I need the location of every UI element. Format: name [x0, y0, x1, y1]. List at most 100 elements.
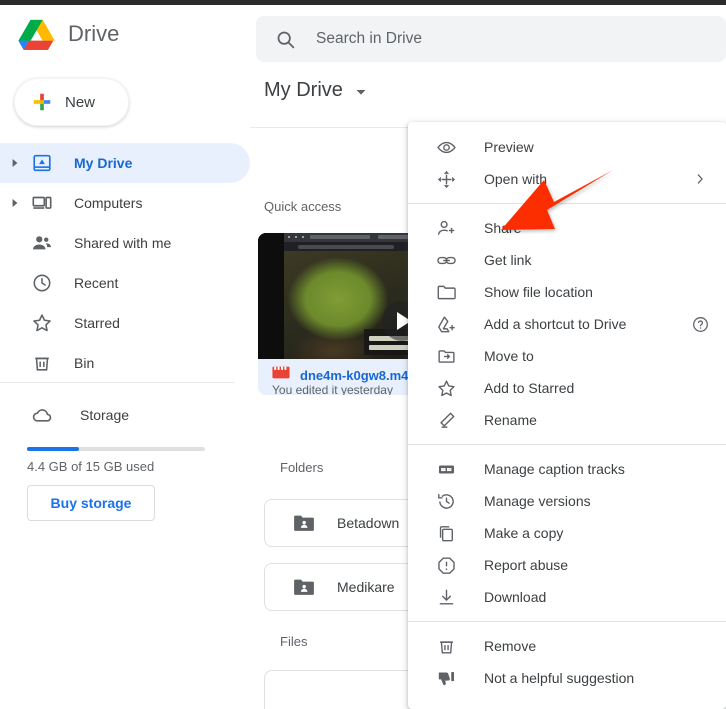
plus-icon [31, 91, 53, 113]
menu-item-move-to[interactable]: Move to [408, 340, 726, 372]
menu-item-label: Move to [484, 348, 534, 364]
brand-name: Drive [68, 21, 120, 46]
menu-item-manage-caption-tracks[interactable]: Manage caption tracks [408, 453, 726, 485]
folders-label: Folders [280, 460, 324, 475]
eye-icon [434, 135, 458, 159]
sidebar-item-label: Bin [74, 355, 95, 371]
menu-item-label: Show file location [484, 284, 593, 300]
menu-item-label: Remove [484, 638, 537, 654]
sidebar-divider [0, 382, 235, 383]
buy-storage-label: Buy storage [50, 495, 132, 511]
menu-item-label: Not a helpful suggestion [484, 670, 635, 686]
link-icon [434, 248, 458, 272]
menu-item-show-file-location[interactable]: Show file location [408, 276, 726, 308]
context-menu: Preview Open with Share Get link Show fi… [408, 122, 726, 709]
menu-item-label: Manage versions [484, 493, 591, 509]
trash-icon [30, 351, 54, 375]
files-label: Files [280, 634, 308, 649]
quick-access-label: Quick access [264, 199, 342, 214]
buy-storage-button[interactable]: Buy storage [27, 485, 155, 521]
my-drive-icon [30, 151, 54, 175]
menu-item-add-to-starred[interactable]: Add to Starred [408, 372, 726, 404]
menu-item-manage-versions[interactable]: Manage versions [408, 485, 726, 517]
sidebar-item-my-drive[interactable]: My Drive [0, 143, 250, 183]
menu-item-remove[interactable]: Remove [408, 630, 726, 662]
menu-separator [408, 444, 726, 445]
menu-item-label: Open with [484, 171, 548, 187]
sidebar: New My Drive Computers Shared with me Re… [0, 65, 250, 709]
new-button[interactable]: New [14, 78, 129, 126]
menu-item-make-a-copy[interactable]: Make a copy [408, 517, 726, 549]
help-icon[interactable] [674, 315, 726, 334]
menu-item-report-abuse[interactable]: Report abuse [408, 549, 726, 581]
page-title: My Drive [264, 79, 343, 101]
open-with-icon [434, 167, 458, 191]
star-icon [434, 376, 458, 400]
quick-access-file-subtitle: You edited it yesterday [272, 383, 393, 395]
person-add-icon [434, 216, 458, 240]
storage-label: Storage [80, 407, 130, 423]
search-icon [275, 29, 296, 50]
menu-item-label: Get link [484, 252, 532, 268]
storage-progress-fill [27, 447, 79, 451]
expand-caret-icon[interactable] [6, 159, 24, 167]
menu-item-rename[interactable]: Rename [408, 404, 726, 436]
computers-icon [30, 191, 54, 215]
star-icon [30, 311, 54, 335]
folder-icon [434, 280, 458, 304]
menu-item-label: Report abuse [484, 557, 569, 573]
storage-usage-text: 4.4 GB of 15 GB used [27, 459, 155, 474]
breadcrumb[interactable]: My Drive [264, 79, 367, 102]
menu-item-label: Preview [484, 139, 534, 155]
google-drive-logo [18, 17, 56, 51]
sidebar-item-label: Starred [74, 315, 120, 331]
trash-icon [434, 634, 458, 658]
menu-item-open-with[interactable]: Open with [408, 163, 726, 195]
menu-item-not-a-helpful-suggestion[interactable]: Not a helpful suggestion [408, 662, 726, 694]
menu-item-get-link[interactable]: Get link [408, 244, 726, 276]
pencil-icon [434, 408, 458, 432]
menu-item-label: Download [484, 589, 547, 605]
sidebar-item-computers[interactable]: Computers [0, 183, 250, 223]
sidebar-item-shared-with-me[interactable]: Shared with me [0, 223, 250, 263]
copy-icon [434, 521, 458, 545]
sidebar-nav: My Drive Computers Shared with me Recent… [0, 143, 250, 383]
quick-access-file-row: dne4m-k0gw8.m4 [272, 365, 408, 385]
menu-item-add-a-shortcut-to-drive[interactable]: Add a shortcut to Drive [408, 308, 726, 340]
sidebar-item-label: Recent [74, 275, 119, 291]
sidebar-item-starred[interactable]: Starred [0, 303, 250, 343]
thumbnail-url-text [298, 244, 394, 249]
google-drive-window: Drive New [0, 0, 726, 709]
sidebar-item-label: Shared with me [74, 235, 172, 251]
search-input[interactable] [316, 30, 646, 48]
quick-access-file-name: dne4m-k0gw8.m4 [300, 367, 409, 383]
menu-item-download[interactable]: Download [408, 581, 726, 613]
chevron-down-icon[interactable] [355, 85, 367, 97]
video-file-icon [272, 365, 290, 385]
cloud-icon [30, 403, 54, 427]
sidebar-item-label: My Drive [74, 155, 133, 171]
menu-item-share[interactable]: Share [408, 212, 726, 244]
download-icon [434, 585, 458, 609]
folder-name: Betadown [337, 515, 400, 531]
menu-item-label: Manage caption tracks [484, 461, 625, 477]
storage-link[interactable]: Storage [0, 395, 250, 435]
history-icon [434, 489, 458, 513]
expand-caret-icon[interactable] [6, 199, 24, 207]
menu-item-label: Make a copy [484, 525, 564, 541]
sidebar-item-recent[interactable]: Recent [0, 263, 250, 303]
brand[interactable]: Drive [18, 17, 119, 51]
shared-folder-icon [293, 514, 315, 532]
search-bar[interactable] [256, 16, 726, 62]
menu-item-label: Add to Starred [484, 380, 575, 396]
shared-with-me-icon [30, 231, 54, 255]
menu-item-label: Add a shortcut to Drive [484, 316, 627, 332]
thumb-down-icon [434, 666, 458, 690]
chevron-right-icon [674, 173, 726, 185]
app-header: Drive [0, 5, 726, 70]
thumbnail-left-band [258, 233, 284, 359]
menu-item-preview[interactable]: Preview [408, 131, 726, 163]
move-to-icon [434, 344, 458, 368]
menu-separator [408, 203, 726, 204]
sidebar-item-bin[interactable]: Bin [0, 343, 250, 383]
